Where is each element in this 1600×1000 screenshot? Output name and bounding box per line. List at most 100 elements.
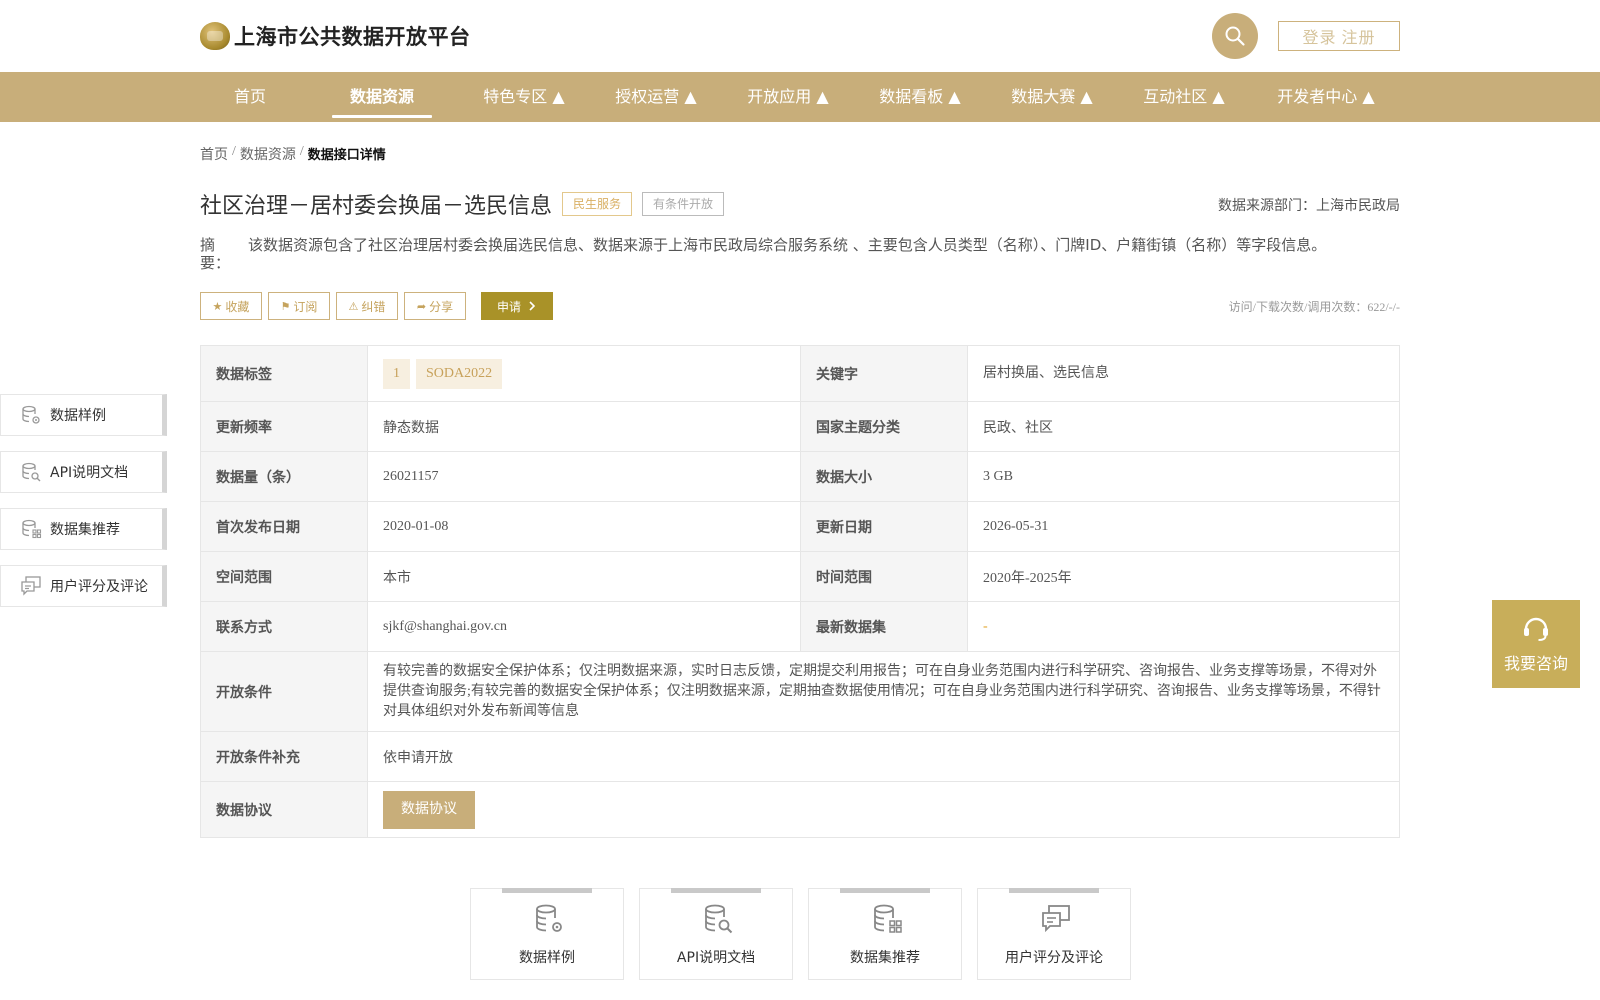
side-nav-ratings-comments[interactable]: 用户评分及评论: [0, 565, 167, 607]
site-header: 上海市公共数据开放平台 登录 注册: [0, 0, 1600, 72]
table-value: 3 GB: [967, 451, 1400, 502]
side-nav-label: 用户评分及评论: [50, 579, 148, 595]
share-label: 分享: [429, 299, 454, 314]
nav-item-authorized-operation[interactable]: 授权运营 ▲: [596, 72, 716, 122]
table-label: 开放条件: [200, 651, 368, 732]
nav-item-community[interactable]: 互动社区 ▲: [1124, 72, 1244, 122]
card-dataset-recommend[interactable]: 数据集推荐: [808, 888, 962, 980]
comment-icon: [1042, 905, 1070, 933]
database-search-icon: [20, 461, 42, 483]
table-value: 2020-01-08: [367, 501, 801, 552]
contact-email: sjkf@shanghai.gov.cn: [367, 601, 801, 652]
card-label: API说明文档: [676, 950, 756, 966]
table-value: 民政、社区: [967, 401, 1400, 452]
open-type-tag: 有条件开放: [642, 192, 725, 216]
source-department: 数据来源部门：上海市民政局: [1218, 198, 1400, 214]
warning-icon: ⚠: [348, 299, 359, 313]
table-label: 空间范围: [200, 551, 368, 602]
correct-error-button[interactable]: ⚠ 纠错: [336, 292, 398, 320]
page-title: 社区治理－居村委会换届－选民信息: [200, 194, 553, 219]
table-label: 最新数据集: [800, 601, 968, 652]
table-label: 数据协议: [200, 781, 368, 838]
card-label: 用户评分及评论: [1005, 950, 1103, 966]
logo-emblem-icon: [200, 22, 230, 50]
card-data-sample[interactable]: 数据样例: [470, 888, 624, 980]
table-row: 更新频率 静态数据 国家主题分类 民政、社区: [200, 401, 1400, 452]
nav-item-home[interactable]: 首页: [200, 72, 300, 122]
breadcrumb: 首页 / 数据资源 / 数据接口详情: [200, 144, 386, 164]
search-icon: [1225, 26, 1245, 46]
table-value: 居村换届、选民信息: [967, 345, 1400, 402]
nav-item-featured-zones[interactable]: 特色专区 ▲: [464, 72, 584, 122]
correct-error-label: 纠错: [361, 299, 386, 314]
share-button[interactable]: ➦ 分享: [404, 292, 466, 320]
table-label: 更新日期: [800, 501, 968, 552]
breadcrumb-data-resources[interactable]: 数据资源: [240, 144, 296, 164]
table-label: 关键字: [800, 345, 968, 402]
side-nav-data-sample[interactable]: 数据样例: [0, 394, 167, 436]
data-tag-chip[interactable]: SODA2022: [416, 358, 503, 389]
visit-stats: 访问/下载次数/调用次数：622/-/-: [1228, 300, 1400, 314]
favorite-button[interactable]: ★ 收藏: [200, 292, 262, 320]
breadcrumb-current: 数据接口详情: [307, 148, 386, 163]
category-tag: 民生服务: [562, 192, 633, 216]
site-logo[interactable]: 上海市公共数据开放平台: [200, 20, 471, 52]
card-api-docs[interactable]: API说明文档: [639, 888, 793, 980]
data-protocol-cell: 数据协议: [367, 781, 1400, 838]
table-row: 开放条件 有较完善的数据安全保护体系；仅注明数据来源，实时日志反馈，定期提交利用…: [200, 651, 1400, 732]
consult-button[interactable]: 我要咨询: [1492, 600, 1580, 688]
data-protocol-button[interactable]: 数据协议: [383, 790, 475, 829]
data-tag-chip[interactable]: 1: [383, 358, 410, 389]
nav-item-developer-center[interactable]: 开发者中心 ▲: [1256, 72, 1396, 122]
login-register-button[interactable]: 登录 注册: [1278, 21, 1400, 51]
side-nav-dataset-recommend[interactable]: 数据集推荐: [0, 508, 167, 550]
table-label: 更新频率: [200, 401, 368, 452]
table-value: 静态数据: [367, 401, 801, 452]
nav-item-dashboard[interactable]: 数据看板 ▲: [860, 72, 980, 122]
site-title: 上海市公共数据开放平台: [234, 25, 471, 49]
card-ratings-comments[interactable]: 用户评分及评论: [977, 888, 1131, 980]
dataset-info-table: 数据标签 1 SODA2022 关键字 居村换届、选民信息 更新频率 静态数据 国…: [200, 345, 1400, 838]
table-row: 数据协议 数据协议: [200, 781, 1400, 838]
table-label: 联系方式: [200, 601, 368, 652]
star-icon: ★: [212, 299, 223, 313]
table-label: 开放条件补充: [200, 731, 368, 782]
share-icon: ➦: [416, 299, 427, 313]
table-value: 2020年-2025年: [967, 551, 1400, 602]
consult-label: 我要咨询: [1503, 654, 1568, 673]
table-row: 数据标签 1 SODA2022 关键字 居村换届、选民信息: [200, 345, 1400, 402]
table-label: 数据量（条）: [200, 451, 368, 502]
abstract-text: 该数据资源包含了社区治理居村委会换届选民信息、数据来源于上海市民政局综合服务系统…: [248, 236, 1327, 254]
nav-item-competition[interactable]: 数据大赛 ▲: [992, 72, 1112, 122]
nav-item-data-resources[interactable]: 数据资源: [332, 72, 432, 122]
database-search-icon: [705, 904, 733, 934]
database-grid-icon: [874, 904, 902, 933]
subscribe-label: 订阅: [293, 299, 318, 314]
headset-icon: [1524, 617, 1548, 641]
latest-dataset-link[interactable]: -: [983, 619, 988, 634]
table-label: 国家主题分类: [800, 401, 968, 452]
comment-icon: [20, 575, 42, 597]
side-nav-api-docs[interactable]: API说明文档: [0, 451, 167, 493]
bookmark-icon: ⚑: [280, 299, 291, 313]
card-top-bar: [1009, 888, 1099, 893]
database-gear-icon: [536, 904, 562, 932]
abstract-label: 摘 要：: [200, 236, 231, 272]
search-button[interactable]: [1212, 13, 1258, 59]
card-label: 数据样例: [519, 950, 575, 966]
breadcrumb-home[interactable]: 首页: [200, 144, 228, 164]
latest-dataset-cell: -: [967, 601, 1400, 652]
apply-button[interactable]: 申请: [481, 292, 553, 320]
apply-label: 申请: [496, 299, 521, 314]
database-grid-icon: [20, 518, 42, 540]
subscribe-button[interactable]: ⚑ 订阅: [268, 292, 330, 320]
table-row: 数据量（条） 26021157 数据大小 3 GB: [200, 451, 1400, 502]
card-label: 数据集推荐: [850, 950, 920, 966]
side-nav-label: 数据样例: [50, 408, 106, 424]
table-row: 首次发布日期 2020-01-08 更新日期 2026-05-31: [200, 501, 1400, 552]
table-row: 联系方式 sjkf@shanghai.gov.cn 最新数据集 -: [200, 601, 1400, 652]
nav-item-open-apps[interactable]: 开放应用 ▲: [728, 72, 848, 122]
data-tags-cell: 1 SODA2022: [367, 345, 801, 402]
favorite-label: 收藏: [225, 299, 250, 314]
card-top-bar: [671, 888, 761, 893]
